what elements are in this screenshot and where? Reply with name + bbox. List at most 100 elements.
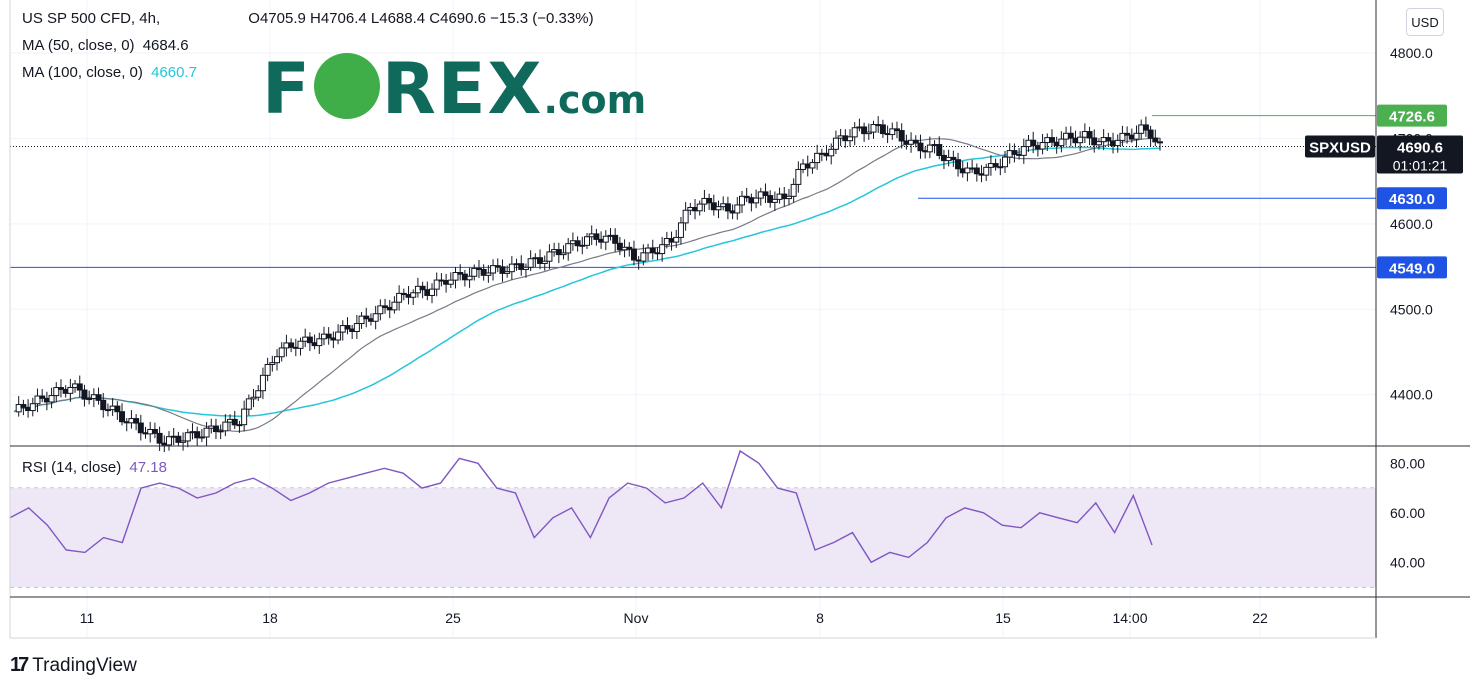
currency-label: USD [1411,14,1439,30]
candle-body [316,338,323,347]
price-tag-label: 4549.0 [1389,260,1435,277]
candle-body [1002,156,1009,168]
candle-body [1020,146,1027,156]
legend-rsi[interactable]: RSI (14, close) 47.18 [22,459,171,476]
candle-body [1147,129,1154,139]
legend-symbol-row: US SP 500 CFD, 4h, O4705.9 H4706.4 L4688… [22,10,598,27]
ma50-label: MA (50, close, 0) [22,37,135,54]
candle-body [100,399,107,411]
tradingview-logo-icon: 17 [10,654,29,676]
candle-body [762,191,769,197]
candle-body [917,142,924,152]
candle-body [95,394,102,401]
candle-body [527,258,534,268]
candle-body [546,251,553,262]
y-axis-labels: 4800.04700.04600.04500.04400.0 [1390,45,1433,403]
candle-body [630,248,637,261]
current-price-value: 4690.6 [1397,139,1443,156]
candle-body [274,356,281,364]
rsi-band [10,488,1376,588]
x-axis-labels: 11 18 25 Nov 8 15 14:00 22 [80,610,1268,626]
ma100-label: MA (100, close, 0) [22,64,143,81]
y-tick-label: 4600.0 [1390,216,1433,232]
candle-body [659,244,666,255]
candle-body [76,383,83,391]
candle-body [259,374,266,392]
candle-body [847,136,854,142]
tradingview-footer[interactable]: 17 TradingView [10,654,137,677]
rsi-y-tick-label: 40.00 [1390,554,1425,570]
candle-body [1011,150,1018,155]
candle-body [222,421,229,432]
candle-body [48,395,55,403]
y-tick-label: 4800.0 [1390,45,1433,61]
candle-body [673,236,680,243]
footer-brand: TradingView [32,654,137,676]
logo-letters-rex: REX [381,48,544,130]
candle-body [851,127,858,138]
candle-body [344,325,351,330]
candle-body [419,285,426,291]
candle-body [156,432,163,444]
candle-body [936,144,943,156]
candle-body [29,403,36,412]
candle-body [584,236,590,246]
candle-body [1152,137,1159,143]
candle-body [203,427,210,438]
x-tick-label: 18 [262,610,278,626]
candle-body [706,197,713,204]
candle-body [245,398,252,410]
chart-canvas[interactable]: 4800.04700.04600.04500.04400.0 111825Nov… [0,0,1484,680]
candle-body [353,323,360,332]
y-tick-label: 4500.0 [1390,301,1433,317]
rsi-y-tick-label: 80.00 [1390,455,1425,471]
candle-body [1067,132,1074,139]
x-tick-label: 25 [445,610,461,626]
candle-body [602,235,609,243]
candle-body [372,313,379,322]
candle-body [753,197,760,204]
candle-body [1157,141,1163,144]
candle-body [67,386,74,394]
candle-body [133,418,140,424]
rsi-label: RSI (14, close) [22,459,122,476]
y-tick-label: 4400.0 [1390,387,1433,403]
candle-body [119,411,126,423]
legend-ma100[interactable]: MA (100, close, 0) 4660.7 [22,64,201,81]
candle-body [1133,132,1140,140]
candle-body [1086,131,1093,139]
forex-logo: F REX.com [262,48,646,130]
currency-button[interactable]: USD [1406,8,1444,36]
candle-body [790,183,797,197]
logo-o-icon [313,53,380,119]
candle-body [640,252,647,262]
candle-body [734,204,741,214]
candle-body [828,148,835,157]
candle-body [288,342,295,348]
candles-group [15,116,1163,453]
candle-body [809,162,816,169]
candle-body [879,124,886,135]
legend-ohlc: O4705.9 H4706.4 L4688.4 C4690.6 −15.3 (−… [248,10,594,27]
candle-body [682,209,689,224]
candle-body [724,203,731,212]
candle-body [391,301,398,311]
ma100-line [13,146,1161,418]
current-price-countdown: 01:01:21 [1393,157,1448,173]
candle-body [1039,142,1046,150]
candle-body [278,347,285,358]
x-tick-label: 22 [1252,610,1268,626]
x-tick-label: Nov [624,610,649,626]
candle-body [297,340,304,349]
legend-ma50[interactable]: MA (50, close, 0) 4684.6 [22,37,193,54]
candle-body [137,422,144,434]
candle-body [114,405,121,413]
candle-body [955,159,962,170]
candle-body [335,331,342,341]
candle-body [1058,138,1065,147]
candle-body [832,137,839,150]
candle-body [81,389,88,400]
candle-body [983,166,990,176]
candle-body [255,390,262,398]
candle-body [325,333,332,339]
